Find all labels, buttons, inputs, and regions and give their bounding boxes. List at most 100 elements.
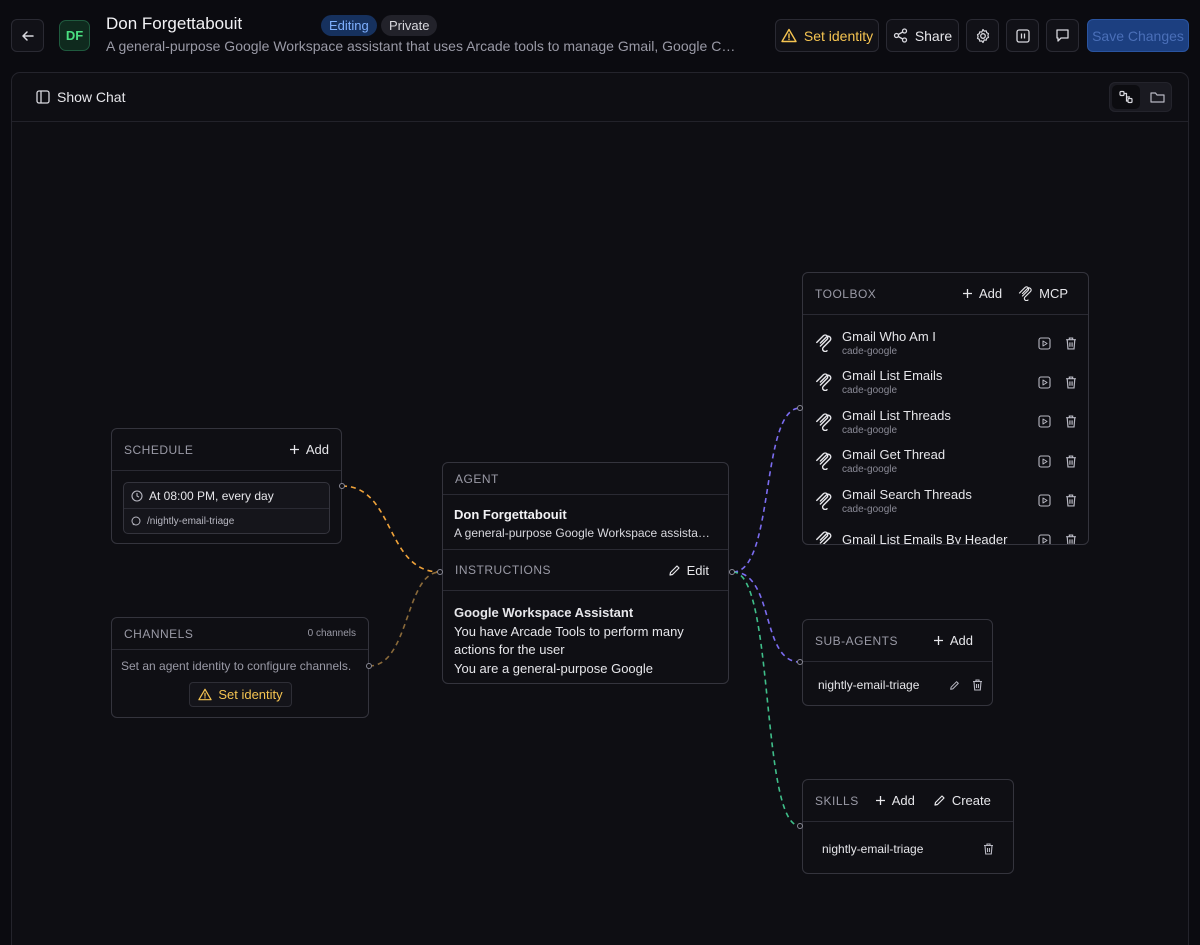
trash-icon[interactable] xyxy=(1065,336,1077,350)
page-title: Don Forgettabouit xyxy=(106,14,243,33)
schedule-handle[interactable] xyxy=(339,483,345,489)
tool-item[interactable]: Gmail List Emails cade-google xyxy=(815,362,1077,402)
tool-item[interactable]: Gmail List Threads cade-google xyxy=(815,402,1077,442)
channels-header: CHANNELS 0 channels xyxy=(112,618,368,650)
agent-output-handle[interactable] xyxy=(729,569,735,575)
plus-icon xyxy=(933,635,944,646)
schedule-item[interactable]: At 08:00 PM, every day /nightly-email-tr… xyxy=(123,482,330,534)
tool-source: cade-google xyxy=(842,503,898,515)
toolbox-handle[interactable] xyxy=(797,405,803,411)
tool-item[interactable]: Gmail Who Am I cade-google xyxy=(815,323,1077,363)
skills-add-label: Add xyxy=(891,793,915,808)
skill-name: nightly-email-triage xyxy=(822,842,924,856)
flow-view-button[interactable] xyxy=(1112,85,1140,109)
set-identity-button[interactable]: Set identity xyxy=(775,19,879,52)
toolbox-add-button[interactable]: Add xyxy=(962,286,1002,301)
private-badge: Private xyxy=(381,15,438,36)
channels-node: CHANNELS 0 channels Set an agent identit… xyxy=(111,617,369,718)
trash-icon[interactable] xyxy=(1065,455,1077,468)
pencil-icon[interactable] xyxy=(949,680,960,691)
tool-icon xyxy=(815,491,833,510)
view-toggle xyxy=(1109,82,1172,112)
toolbox-header: TOOLBOX Add MCP xyxy=(803,273,1088,315)
files-view-button[interactable] xyxy=(1144,85,1170,109)
play-icon[interactable] xyxy=(1038,455,1051,468)
play-icon[interactable] xyxy=(1038,533,1051,544)
skills-handle[interactable] xyxy=(797,823,803,829)
trash-icon[interactable] xyxy=(1065,376,1077,389)
schedule-node: SCHEDULE Add At 08:00 PM, every day /nig… xyxy=(111,428,342,544)
warning-icon xyxy=(198,688,213,701)
show-chat-button[interactable]: Show Chat xyxy=(36,88,125,106)
agent-node: AGENT Don Forgettabouit A general-purpos… xyxy=(442,462,729,684)
instructions-body: Google Workspace Assistant You have Arca… xyxy=(454,604,719,676)
tool-name: Gmail List Emails xyxy=(842,368,943,384)
skills-create-button[interactable]: Create xyxy=(933,793,991,808)
schedule-time: At 08:00 PM, every day xyxy=(149,488,274,503)
set-identity-label: Set identity xyxy=(803,27,874,44)
schedule-command: /nightly-email-triage xyxy=(147,515,235,527)
pencil-icon xyxy=(933,794,946,807)
share-icon xyxy=(893,28,908,43)
tool-icon xyxy=(815,452,833,471)
mcp-icon xyxy=(1018,286,1033,301)
columns-icon xyxy=(1015,28,1030,43)
skills-node: SKILLS Add Create nightly-email-triage xyxy=(802,779,1014,874)
trash-icon[interactable] xyxy=(972,679,983,691)
subagents-handle[interactable] xyxy=(797,659,803,665)
trash-icon[interactable] xyxy=(1065,415,1077,428)
tool-source: cade-google xyxy=(842,346,898,357)
channels-handle[interactable] xyxy=(366,663,372,669)
folder-icon xyxy=(1149,91,1165,104)
schedule-header: SCHEDULE Add xyxy=(112,429,341,471)
play-icon[interactable] xyxy=(1038,415,1051,428)
back-button[interactable] xyxy=(11,19,44,52)
skills-add-button[interactable]: Add xyxy=(875,793,915,808)
agent-description: A general-purpose Google Workspace assis… xyxy=(454,526,710,540)
play-icon[interactable] xyxy=(1038,494,1051,507)
schedule-heading: SCHEDULE xyxy=(124,442,194,457)
trash-icon[interactable] xyxy=(1065,533,1077,544)
share-button[interactable]: Share xyxy=(886,19,959,52)
settings-button[interactable] xyxy=(966,19,999,52)
tool-source: cade-google xyxy=(842,385,898,397)
play-icon[interactable] xyxy=(1038,376,1051,389)
subagents-node: SUB-AGENTS Add nightly-email-triage xyxy=(802,619,993,706)
tool-icon xyxy=(815,413,833,431)
chat-button[interactable] xyxy=(1046,19,1079,52)
toolbox-mcp-label: MCP xyxy=(1039,286,1068,301)
tool-name: Gmail Search Threads xyxy=(842,486,972,502)
agent-input-handle[interactable] xyxy=(437,569,443,575)
panel-toggle-button[interactable] xyxy=(1006,19,1039,52)
channels-heading: CHANNELS xyxy=(124,626,194,641)
toolbox-mcp-button[interactable]: MCP xyxy=(1018,286,1068,301)
trash-icon[interactable] xyxy=(983,843,994,855)
play-icon[interactable] xyxy=(1038,336,1051,350)
tool-item[interactable]: Gmail List Emails By Header xyxy=(815,520,1077,544)
plus-icon xyxy=(289,444,300,455)
tool-item[interactable]: Gmail Search Threads cade-google xyxy=(815,481,1077,521)
page-subtitle: A general-purpose Google Workspace assis… xyxy=(106,38,738,54)
show-chat-label: Show Chat xyxy=(57,89,126,105)
instructions-line-3: You are a general-purpose Google xyxy=(454,660,653,676)
agent-heading: AGENT xyxy=(455,471,499,486)
skill-item[interactable]: nightly-email-triage xyxy=(822,840,994,858)
subagents-heading: SUB-AGENTS xyxy=(815,633,899,648)
save-changes-button[interactable]: Save Changes xyxy=(1087,19,1189,52)
subagent-item[interactable]: nightly-email-triage xyxy=(818,676,983,694)
trash-icon[interactable] xyxy=(1065,494,1077,507)
channels-set-identity-button[interactable]: Set identity xyxy=(189,682,292,707)
schedule-add-button[interactable]: Add xyxy=(289,442,329,457)
agent-header: AGENT xyxy=(443,463,728,495)
subagent-name: nightly-email-triage xyxy=(818,678,920,692)
instructions-edit-button[interactable]: Edit xyxy=(668,563,709,578)
subagents-add-button[interactable]: Add xyxy=(933,633,973,648)
subagents-add-label: Add xyxy=(949,633,973,648)
instructions-line-2: actions for the user xyxy=(454,642,565,657)
avatar: DF xyxy=(59,20,90,51)
skills-header: SKILLS Add Create xyxy=(803,780,1013,822)
tool-icon xyxy=(815,373,833,392)
tool-item[interactable]: Gmail Get Thread cade-google xyxy=(815,441,1077,481)
instructions-edit-label: Edit xyxy=(686,562,709,578)
message-icon xyxy=(1055,28,1070,43)
